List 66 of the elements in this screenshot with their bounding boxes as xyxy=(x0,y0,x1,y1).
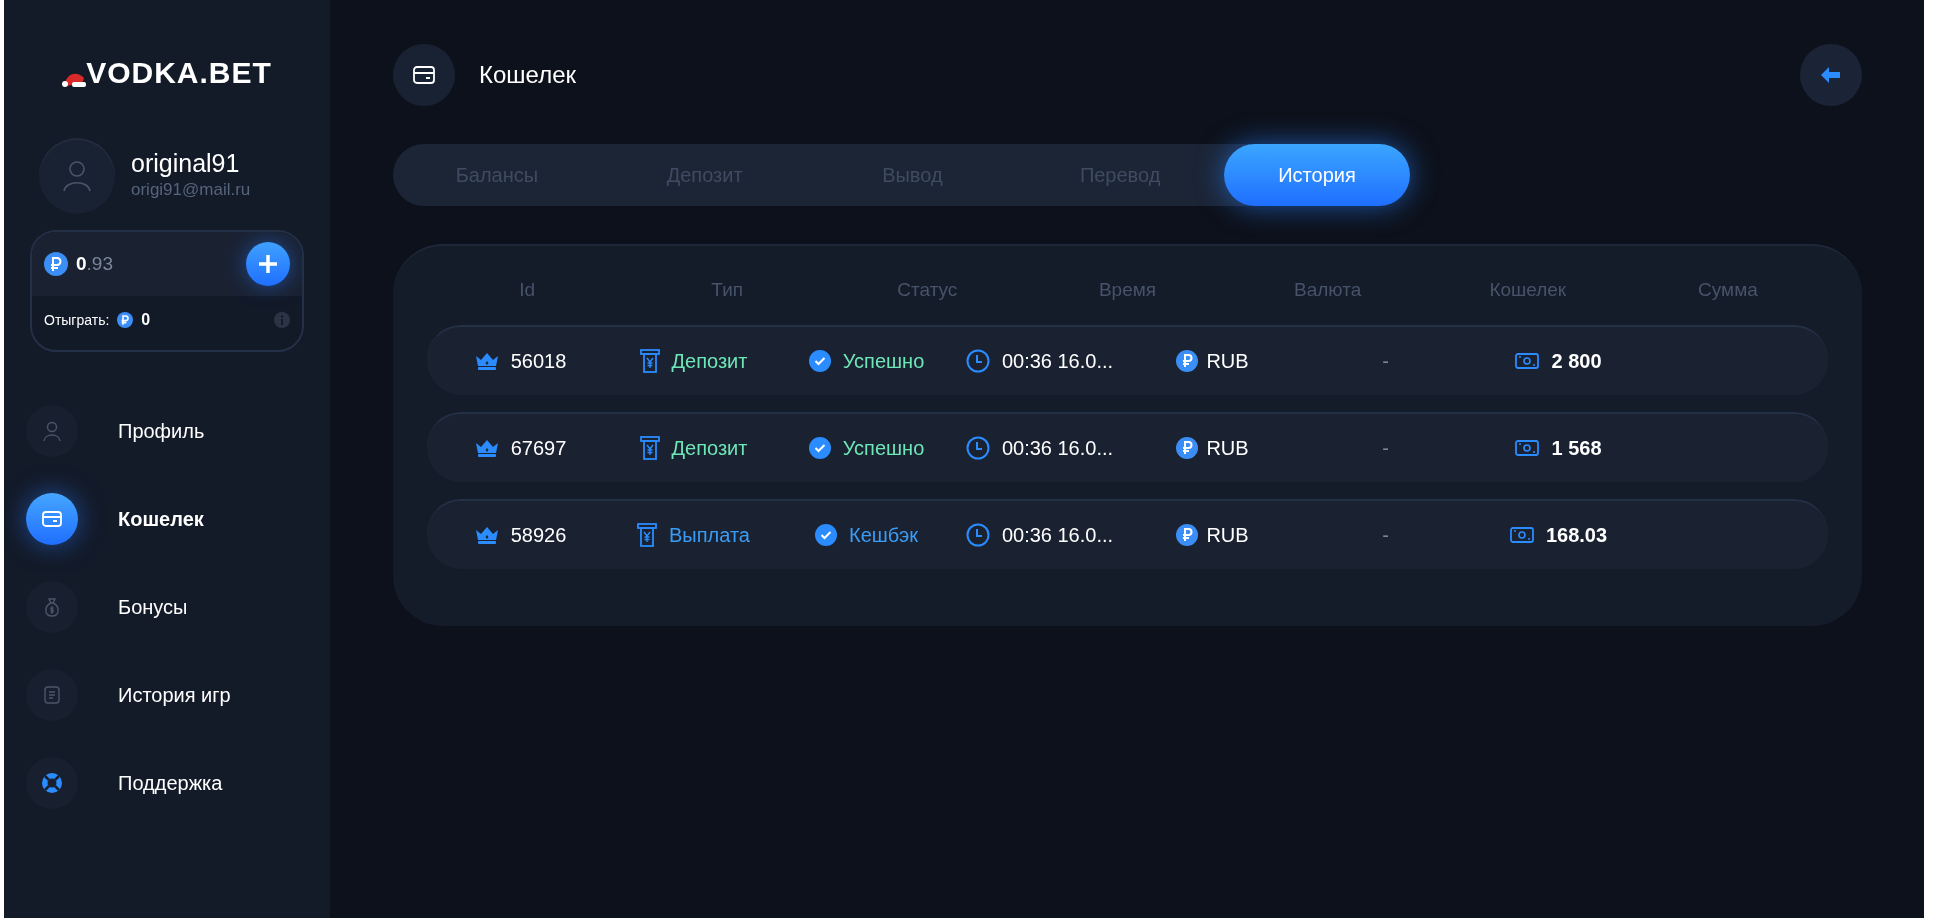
transaction-time: 00:36 16.0... xyxy=(1001,435,1114,461)
clock-icon xyxy=(965,522,990,547)
ruble-coin-icon xyxy=(44,252,68,276)
balance-amount: 0.93 xyxy=(76,251,114,276)
currency-code: RUB xyxy=(1206,348,1249,374)
wallet-value: - xyxy=(1382,348,1389,374)
clock-icon xyxy=(965,348,990,373)
transaction-id: 67697 xyxy=(510,435,567,461)
column-header: Время xyxy=(1097,278,1158,302)
receipt-icon xyxy=(639,348,660,373)
transaction-type: Депозит xyxy=(671,348,748,374)
sidebar-nav-item[interactable]: История игр xyxy=(26,651,231,739)
ruble-coin-icon xyxy=(1176,436,1199,459)
deposit-plus-button[interactable] xyxy=(246,242,290,286)
transaction-type: Выплата xyxy=(669,522,750,548)
column-header: Id xyxy=(518,278,536,302)
sidebar-nav-item[interactable]: Бонусы xyxy=(26,563,188,651)
card-icon xyxy=(41,508,63,530)
transaction-id: 58926 xyxy=(510,522,567,548)
check-circle-icon xyxy=(815,523,837,546)
transaction-amount: 1 568 xyxy=(1551,435,1602,461)
banknote-icon xyxy=(1515,438,1540,457)
card-icon xyxy=(413,66,435,84)
document-icon xyxy=(41,684,63,706)
transaction-status: Кешбэк xyxy=(849,522,918,548)
currency-code: RUB xyxy=(1206,522,1249,548)
lifebuoy-icon xyxy=(41,772,63,794)
column-header: Тип xyxy=(710,278,745,302)
transaction-time: 00:36 16.0... xyxy=(1001,348,1114,374)
ruble-coin-icon xyxy=(1176,349,1199,372)
column-header: Валюта xyxy=(1293,278,1363,302)
transaction-status: Успешно xyxy=(842,348,925,374)
user-icon xyxy=(41,420,63,442)
user-email: origi91@mail.ru xyxy=(131,179,251,201)
wager-value: 0 xyxy=(141,310,152,330)
sidebar-nav-item[interactable]: Кошелек xyxy=(26,475,204,563)
page-title: Кошелек xyxy=(479,60,576,90)
ruble-coin-icon xyxy=(1176,523,1199,546)
plus-icon xyxy=(258,254,278,274)
column-header: Сумма xyxy=(1697,278,1759,302)
transaction-id: 56018 xyxy=(510,348,567,374)
logo-text[interactable]: VODKA.BET xyxy=(86,58,272,88)
check-circle-icon xyxy=(808,349,831,372)
user-icon xyxy=(62,160,92,192)
receipt-icon xyxy=(639,435,660,460)
banknote-icon xyxy=(1515,351,1540,370)
wallet-value: - xyxy=(1382,435,1389,461)
transaction-type: Депозит xyxy=(671,435,748,461)
sidebar-nav-item[interactable]: Профиль xyxy=(26,387,205,475)
ruble-coin-icon xyxy=(117,312,134,328)
transaction-time: 00:36 16.0... xyxy=(1001,522,1114,548)
wager-label: Отыграть: xyxy=(44,310,110,330)
transaction-amount: 2 800 xyxy=(1551,348,1602,374)
transaction-amount: 168.03 xyxy=(1545,522,1608,548)
column-header: Статус xyxy=(896,278,959,302)
wallet-value: - xyxy=(1382,522,1389,548)
username: original91 xyxy=(131,149,241,177)
column-header: Кошелек xyxy=(1488,278,1568,302)
check-circle-icon xyxy=(808,436,831,459)
clock-icon xyxy=(965,435,990,460)
arrow-left-icon xyxy=(1821,67,1841,83)
sidebar-nav-item[interactable]: Поддержка xyxy=(26,739,223,827)
receipt-icon xyxy=(637,522,657,547)
currency-code: RUB xyxy=(1206,435,1249,461)
banknote-icon xyxy=(1509,525,1534,544)
transaction-status: Успешно xyxy=(842,435,925,461)
